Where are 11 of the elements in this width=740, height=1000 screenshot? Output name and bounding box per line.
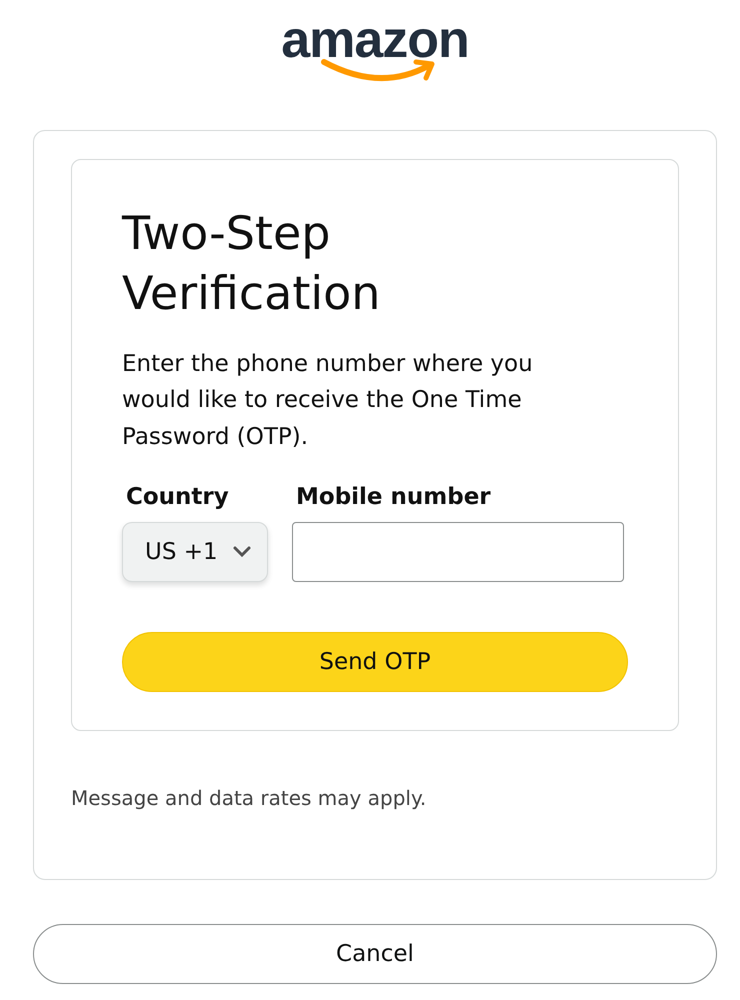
mobile-number-field[interactable] [292,522,624,582]
page-title: Two-Step Verification [122,205,382,322]
cancel-button[interactable]: Cancel [33,924,717,984]
description-text: Enter the phone number where you would like to receive the One Time Password (OTP). [122,350,534,452]
send-otp-button[interactable]: Send OTP [122,632,628,692]
logo-wordmark: amazon [281,14,469,66]
note-text: Message and data rates may apply. [71,785,428,812]
country-select[interactable]: US +1 [122,522,268,582]
mobile-number-label: Mobile number [295,482,492,512]
country-label: Country [125,482,230,512]
chevron-down-icon [232,545,252,560]
